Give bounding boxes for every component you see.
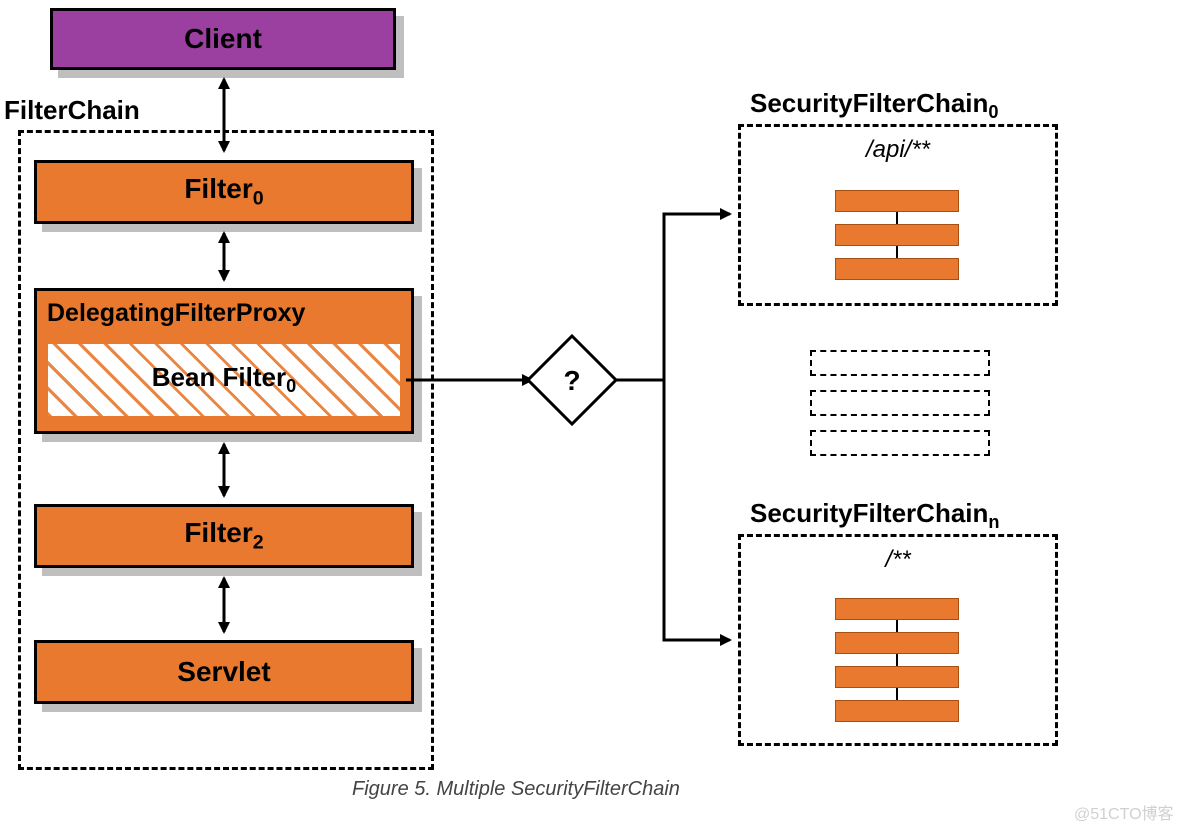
watermark: @51CTO博客 bbox=[1074, 800, 1174, 824]
sfcn-bar-3 bbox=[835, 700, 959, 722]
bean-filter-box: Bean Filter0 bbox=[44, 340, 404, 420]
sfcn-title: SecurityFilterChainn bbox=[750, 498, 1000, 533]
filterchain-title: FilterChain bbox=[4, 95, 140, 126]
servlet-box: Servlet bbox=[34, 640, 414, 704]
middle-slot-1 bbox=[810, 390, 990, 416]
filter0-label: Filter0 bbox=[184, 173, 263, 211]
sfcn-bar-1 bbox=[835, 632, 959, 654]
middle-slot-0 bbox=[810, 350, 990, 376]
sfc0-bar-2 bbox=[835, 258, 959, 280]
sfcn-bar-0 bbox=[835, 598, 959, 620]
bean-filter-label: Bean Filter0 bbox=[152, 362, 297, 397]
middle-slot-2 bbox=[810, 430, 990, 456]
sfcn-path: /** bbox=[738, 546, 1058, 574]
svg-text:?: ? bbox=[563, 365, 580, 396]
filter2-label: Filter2 bbox=[184, 517, 263, 555]
client-box: Client bbox=[50, 8, 396, 70]
filter2-box: Filter2 bbox=[34, 504, 414, 568]
figure-caption: Figure 5. Multiple SecurityFilterChain bbox=[352, 778, 680, 801]
sfcn-bar-2 bbox=[835, 666, 959, 688]
sfc0-title: SecurityFilterChain0 bbox=[750, 88, 999, 123]
filter0-box: Filter0 bbox=[34, 160, 414, 224]
sfc0-bar-1 bbox=[835, 224, 959, 246]
servlet-label: Servlet bbox=[177, 656, 270, 688]
sfc0-bar-0 bbox=[835, 190, 959, 212]
delegating-label: DelegatingFilterProxy bbox=[47, 299, 305, 328]
sfc0-path: /api/** bbox=[738, 136, 1058, 164]
client-label: Client bbox=[184, 23, 262, 55]
